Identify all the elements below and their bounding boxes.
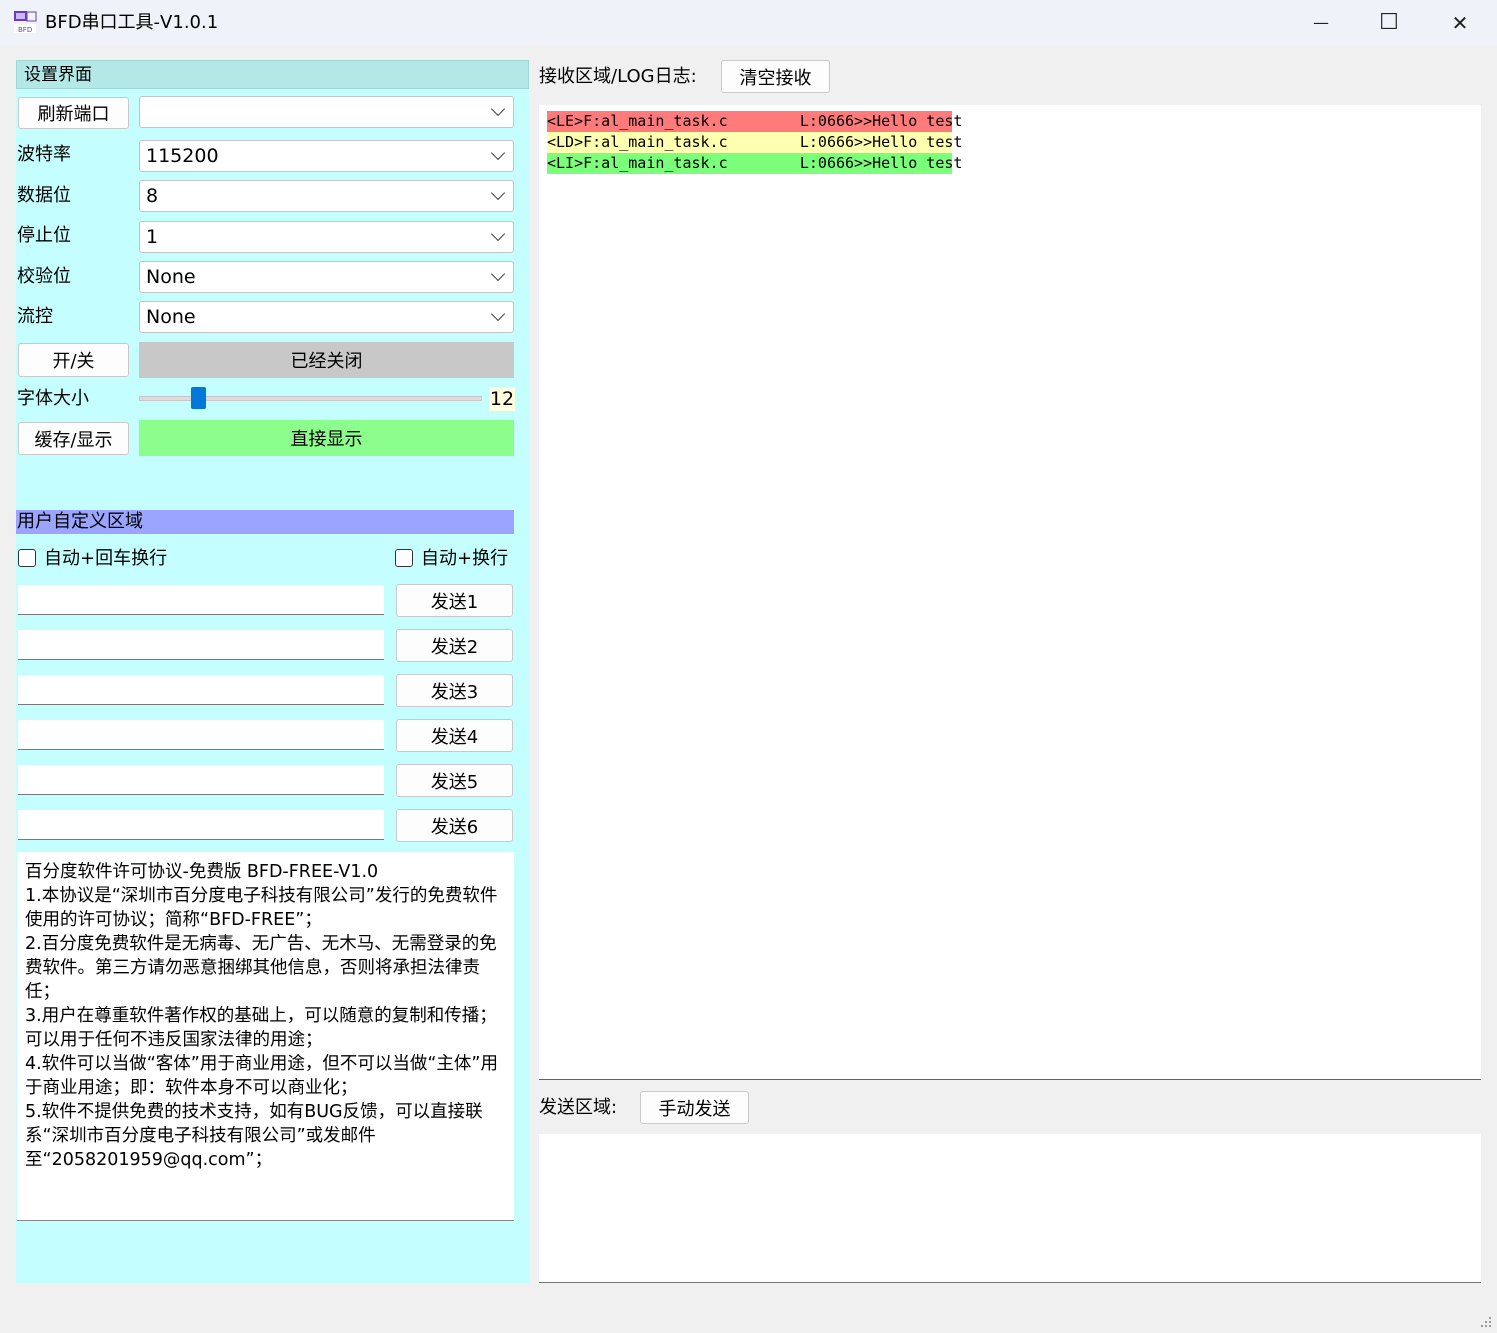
chevron-down-icon (490, 306, 506, 322)
font-size-value: 12 (489, 387, 515, 411)
send-text-area[interactable] (539, 1134, 1481, 1283)
font-size-slider-thumb[interactable] (191, 387, 206, 409)
close-button[interactable]: ✕ (1425, 0, 1495, 45)
send-button-5[interactable]: 发送5 (396, 764, 513, 797)
window-title: BFD串口工具-V1.0.1 (45, 12, 219, 33)
port-status-indicator: 已经关闭 (139, 342, 514, 378)
auto-crlf-label: 自动+回车换行 (44, 548, 168, 569)
title-bar (0, 0, 1497, 45)
send-input-3[interactable] (18, 675, 384, 705)
stop-bits-value: 1 (146, 226, 159, 248)
baud-select[interactable]: 115200 (139, 140, 514, 172)
maximize-icon: ☐ (1379, 10, 1399, 35)
chevron-down-icon (490, 145, 506, 161)
auto-crlf-checkbox[interactable] (18, 549, 36, 567)
send-button-4[interactable]: 发送4 (396, 719, 513, 752)
receive-area-label: 接收区域/LOG日志: (539, 66, 697, 87)
license-text[interactable]: 百分度软件许可协议-免费版 BFD-FREE-V1.0 1.本协议是“深圳市百分… (17, 852, 514, 1221)
baud-label: 波特率 (17, 144, 71, 165)
minimize-icon: — (1313, 13, 1329, 32)
auto-lf-label: 自动+换行 (421, 548, 509, 569)
settings-header: 设置界面 (16, 60, 529, 89)
stop-bits-label: 停止位 (17, 225, 71, 246)
chevron-down-icon (490, 226, 506, 242)
send-input-2[interactable] (18, 630, 384, 660)
send-button-3[interactable]: 发送3 (396, 674, 513, 707)
data-bits-select[interactable]: 8 (139, 180, 514, 212)
receive-log-area[interactable]: <LE>F:al_main_task.c L:0666>>Hello test … (539, 105, 1481, 1080)
send-button-2[interactable]: 发送2 (396, 629, 513, 662)
send-button-1[interactable]: 发送1 (396, 584, 513, 617)
user-area-header: 用户自定义区域 (16, 510, 514, 534)
chevron-down-icon (490, 266, 506, 282)
send-button-6[interactable]: 发送6 (396, 809, 513, 842)
parity-label: 校验位 (17, 266, 71, 287)
minimize-button[interactable]: — (1286, 0, 1356, 45)
baud-value: 115200 (146, 145, 219, 167)
send-area-label: 发送区域: (539, 1097, 618, 1118)
svg-text:BFD: BFD (18, 26, 32, 34)
log-line-info: <LI>F:al_main_task.c L:0666>>Hello test (547, 153, 963, 174)
close-icon: ✕ (1451, 10, 1469, 35)
cache-display-button[interactable]: 缓存/显示 (18, 422, 129, 455)
toggle-port-button[interactable]: 开/关 (18, 343, 129, 377)
clear-receive-button[interactable]: 清空接收 (721, 60, 830, 93)
maximize-button[interactable]: ☐ (1354, 0, 1424, 45)
port-select[interactable] (139, 96, 514, 128)
flow-control-select[interactable]: None (139, 301, 514, 333)
resize-grip-icon[interactable] (1478, 1312, 1492, 1327)
data-bits-value: 8 (146, 185, 159, 207)
display-mode-indicator: 直接显示 (139, 420, 514, 456)
send-input-5[interactable] (18, 765, 384, 795)
send-input-6[interactable] (18, 810, 384, 840)
stop-bits-select[interactable]: 1 (139, 221, 514, 253)
parity-value: None (146, 266, 196, 288)
auto-lf-checkbox[interactable] (395, 549, 413, 567)
refresh-port-button[interactable]: 刷新端口 (18, 97, 129, 129)
chevron-down-icon (490, 101, 506, 117)
log-line-error: <LE>F:al_main_task.c L:0666>>Hello test (547, 111, 963, 132)
send-input-1[interactable] (18, 585, 384, 615)
send-input-4[interactable] (18, 720, 384, 750)
log-line-debug: <LD>F:al_main_task.c L:0666>>Hello test (547, 132, 963, 153)
font-size-label: 字体大小 (17, 388, 89, 409)
parity-select[interactable]: None (139, 261, 514, 293)
chevron-down-icon (490, 185, 506, 201)
data-bits-label: 数据位 (17, 185, 71, 206)
flow-control-label: 流控 (17, 306, 53, 327)
app-logo-icon: BFD (12, 9, 38, 35)
flow-control-value: None (146, 306, 196, 328)
manual-send-button[interactable]: 手动发送 (640, 1091, 749, 1124)
